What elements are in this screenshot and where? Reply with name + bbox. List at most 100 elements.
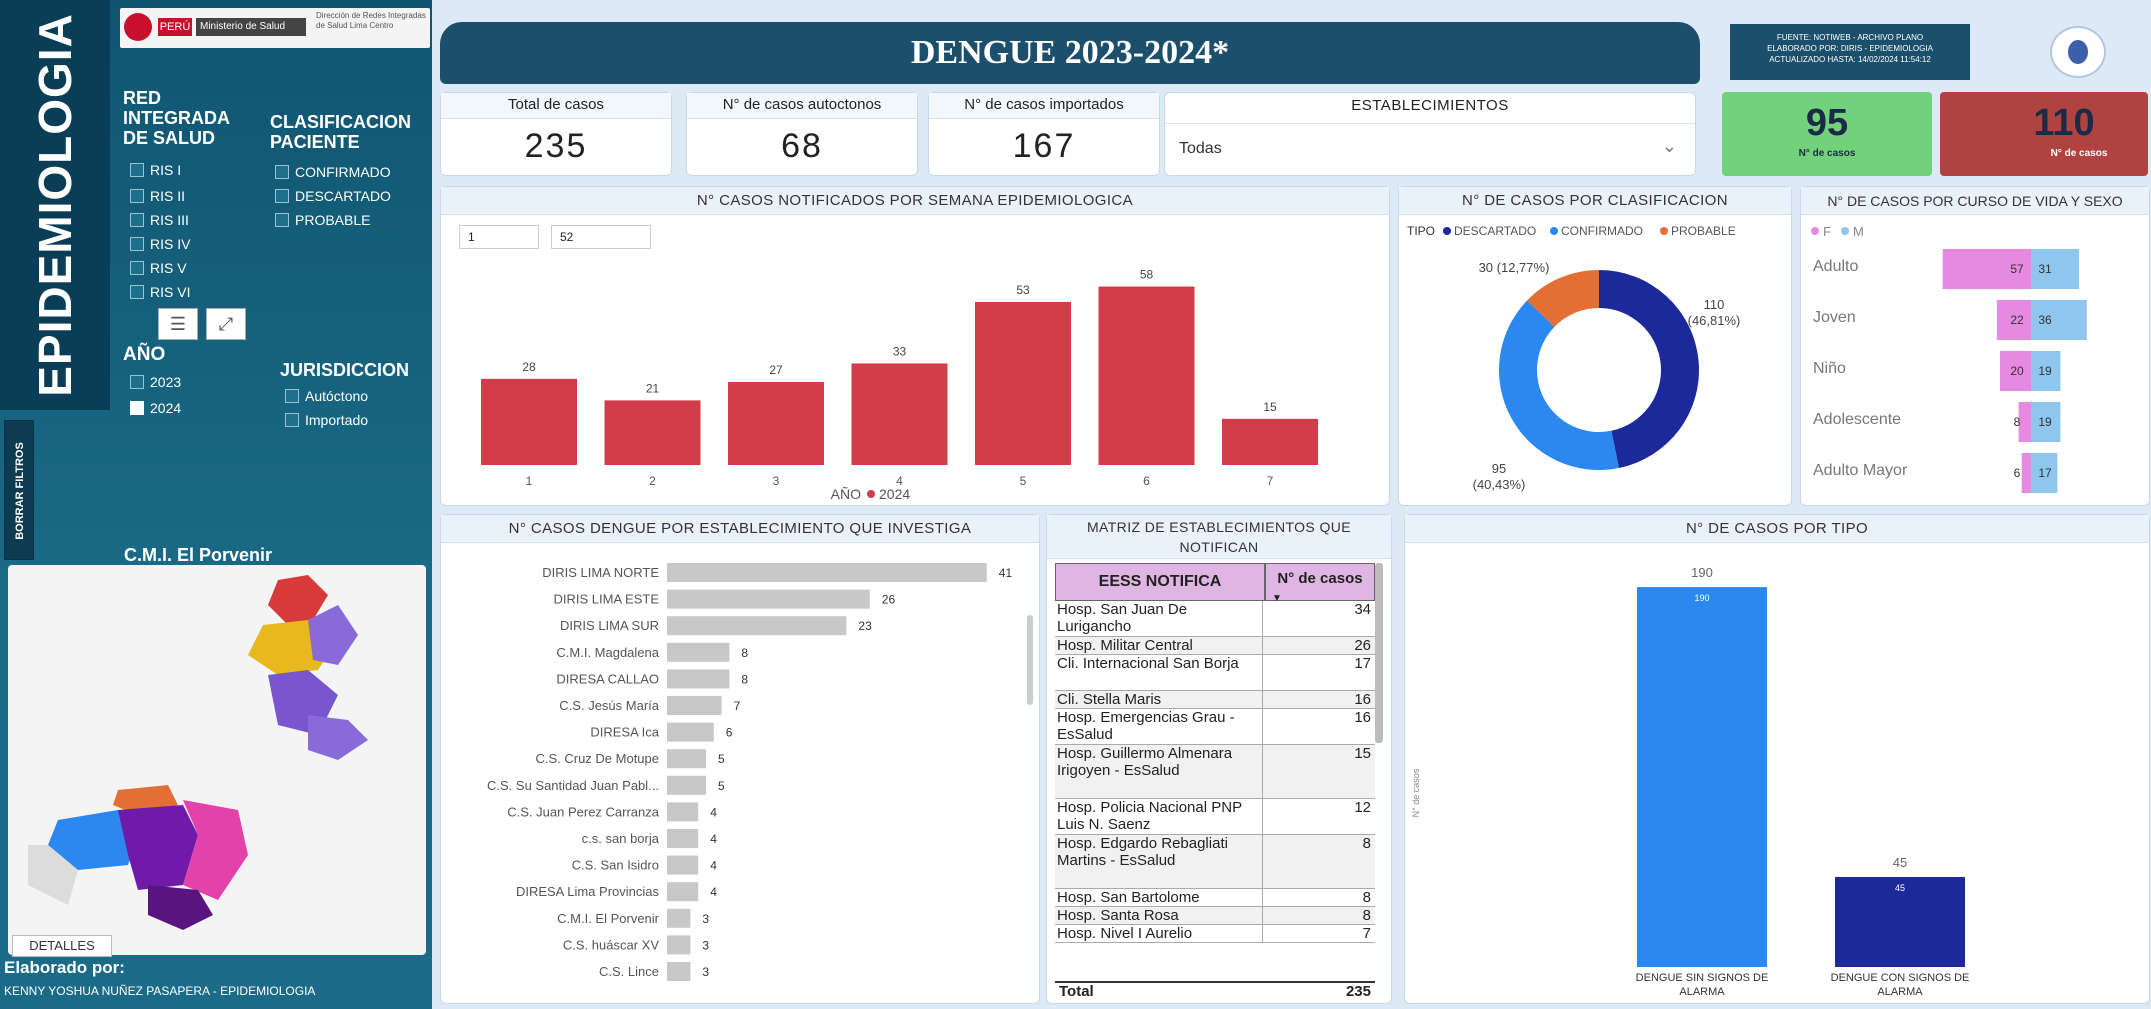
- clasificacion-title: N° DE CASOS POR CLASIFICACION: [1399, 187, 1791, 215]
- dashboard: EPIDEMIOLOGIA PERÚ Ministerio de Salud D…: [0, 0, 2151, 1009]
- estab-bar-value: 8: [741, 646, 748, 660]
- filter-icon[interactable]: ☰: [158, 308, 198, 340]
- map-svg: [28, 575, 368, 930]
- establecimientos-dropdown[interactable]: Todas ⌄: [1165, 123, 1695, 175]
- curso-vida-title: N° DE CASOS POR CURSO DE VIDA Y SEXO: [1801, 187, 2149, 215]
- estab-bar-value: 5: [718, 779, 725, 793]
- estab-bar-value: 7: [734, 699, 741, 713]
- detalles-button[interactable]: DETALLES: [12, 935, 112, 957]
- ris-i-option[interactable]: RIS I: [130, 162, 181, 178]
- year-2024-option[interactable]: 2024: [130, 400, 181, 416]
- epidemiologia-logo: [2050, 26, 2106, 78]
- ris-iv-option[interactable]: RIS IV: [130, 236, 190, 252]
- col-eess-header[interactable]: EESS NOTIFICA: [1055, 563, 1265, 601]
- tipo-title: N° DE CASOS POR TIPO: [1405, 515, 2149, 543]
- estab-category-label: c.s. san borja: [582, 831, 660, 846]
- estab-bar: [667, 589, 870, 609]
- weekly-bar-value: 21: [646, 381, 660, 395]
- table-row[interactable]: Hosp. Guillermo Almenara Irigoyen - EsSa…: [1055, 745, 1375, 799]
- confirmado-option[interactable]: CONFIRMADO: [275, 164, 391, 180]
- year-2023-option[interactable]: 2023: [130, 374, 181, 390]
- checkbox-icon: [130, 261, 144, 275]
- status-green-label: N° de casos: [1798, 148, 1856, 159]
- ris-v-option[interactable]: RIS V: [130, 260, 187, 276]
- table-scrollbar[interactable]: [1375, 563, 1383, 743]
- table-row[interactable]: Hosp. Santa Rosa 8: [1055, 907, 1375, 925]
- cell-casos: 34: [1354, 601, 1371, 618]
- jurisdiccion-title: JURISDICCION: [280, 360, 410, 380]
- estab-category-label: C.S. huáscar XV: [563, 937, 659, 952]
- estab-bar-value: 3: [702, 912, 709, 926]
- district-map[interactable]: [8, 565, 426, 955]
- donut-slice: [1599, 270, 1699, 468]
- cell-casos: 16: [1354, 691, 1371, 708]
- weekly-bar-value: 53: [1016, 283, 1030, 297]
- estab-bar-value: 4: [710, 805, 717, 819]
- cell-eess: Hosp. Santa Rosa: [1057, 907, 1263, 925]
- estab-bar: [667, 616, 847, 636]
- table-row[interactable]: Hosp. San Juan De Lurigancho 34: [1055, 601, 1375, 637]
- estab-category-label: C.S. Juan Perez Carranza: [507, 804, 660, 819]
- ris-iii-option[interactable]: RIS III: [130, 212, 189, 228]
- checkbox-icon: [130, 163, 144, 177]
- life-value-f: 57: [2010, 262, 2024, 276]
- status-green-value: 95: [1805, 102, 1849, 144]
- cell-eess: Hosp. Edgardo Rebagliati Martins - EsSal…: [1057, 835, 1263, 889]
- table-row[interactable]: Cli. Stella Maris 16: [1055, 691, 1375, 709]
- ministerio-label: Ministerio de Salud: [196, 18, 306, 36]
- col-casos-header[interactable]: N° de casos ▼: [1265, 563, 1375, 604]
- table-row[interactable]: Hosp. Militar Central 26: [1055, 637, 1375, 655]
- estab-category-label: DIRESA Ica: [590, 725, 659, 740]
- table-row[interactable]: Hosp. Emergencias Grau - EsSalud 16: [1055, 709, 1375, 745]
- life-value-f: 20: [2010, 364, 2024, 378]
- checkbox-icon: [275, 189, 289, 203]
- tipo-category-label: ALARMA: [1679, 986, 1725, 998]
- matriz-panel: MATRIZ DE ESTABLECIMIENTOS QUE NOTIFICAN…: [1046, 514, 1392, 1004]
- weekly-legend-label: 2024: [879, 486, 910, 502]
- life-bar-f: [2021, 453, 2031, 493]
- descartado-option[interactable]: DESCARTADO: [275, 188, 391, 204]
- cell-eess: Cli. Stella Maris: [1057, 691, 1263, 709]
- table-row[interactable]: Hosp. Edgardo Rebagliati Martins - EsSal…: [1055, 835, 1375, 889]
- life-bar-f: [2018, 402, 2031, 442]
- life-value-f: 8: [2014, 415, 2021, 429]
- kpi-autoctonos-label: N° de casos autoctonos: [687, 93, 917, 119]
- table-row[interactable]: Cli. Internacional San Borja 17: [1055, 655, 1375, 691]
- table-row[interactable]: Hosp. Policia Nacional PNP Luis N. Saenz…: [1055, 799, 1375, 835]
- estab-bar: [667, 722, 714, 742]
- estab-bar-value: 3: [702, 965, 709, 979]
- checkbox-icon: [130, 213, 144, 227]
- borrar-filtros-button[interactable]: BORRAR FILTROS: [4, 420, 34, 560]
- weekly-bar: [1098, 286, 1195, 465]
- cell-casos: 8: [1362, 907, 1371, 924]
- table-row[interactable]: Hosp. Nivel I Aurelio 7: [1055, 925, 1375, 943]
- estab-bar-value: 6: [726, 726, 733, 740]
- donut-label: 30 (12,77%): [1479, 260, 1550, 275]
- establecimientos-value: Todas: [1179, 140, 1222, 157]
- ris-vi-option[interactable]: RIS VI: [130, 284, 190, 300]
- estab-category-label: DIRESA CALLAO: [556, 671, 659, 686]
- ris-ii-option[interactable]: RIS II: [130, 188, 185, 204]
- importado-option[interactable]: Importado: [285, 412, 368, 428]
- scrollbar[interactable]: [1027, 615, 1033, 705]
- expand-icon[interactable]: ⤢: [206, 308, 246, 340]
- shield-icon: [124, 13, 152, 41]
- tipo-category-label: DENGUE CON SIGNOS DE: [1831, 972, 1970, 984]
- estab-bar: [667, 935, 691, 955]
- estab-bar: [667, 882, 699, 902]
- weekly-bar: [851, 363, 948, 465]
- estab-bar-value: 41: [999, 566, 1013, 580]
- life-category-label: Adolescente: [1813, 411, 1901, 428]
- life-legend-label: M: [1853, 224, 1864, 239]
- probable-option[interactable]: PROBABLE: [275, 212, 370, 228]
- tipo-bar: [1637, 587, 1767, 967]
- weekly-tick-label: 6: [1143, 474, 1150, 488]
- checkbox-icon: [130, 189, 144, 203]
- autoctono-option[interactable]: Autóctono: [285, 388, 368, 404]
- matriz-table[interactable]: EESS NOTIFICA N° de casos ▼ Hosp. San Jua…: [1055, 563, 1385, 999]
- table-row[interactable]: Hosp. San Bartolome 8: [1055, 889, 1375, 907]
- estab-bar: [667, 642, 730, 662]
- estab-bar-value: 5: [718, 752, 725, 766]
- weekly-tick-label: 1: [526, 474, 533, 488]
- tipo-bar-inner-value: 190: [1694, 593, 1709, 603]
